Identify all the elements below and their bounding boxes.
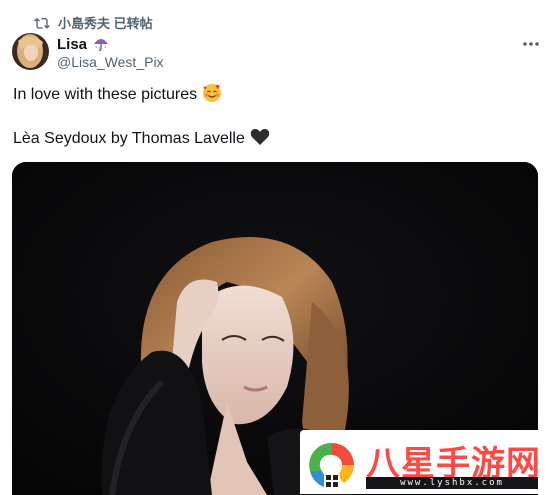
retweet-icon [34,17,50,29]
tweet-text-1: In love with these pictures [13,86,198,103]
site-logo-icon [309,442,354,489]
umbrella-icon [94,39,109,51]
smiling-face-with-hearts-emoji [202,83,222,108]
social-context[interactable]: 小島秀夫 已转帖 [34,12,153,32]
watermark: 八星手游网 www.lyshbx.com [300,430,548,494]
avatar[interactable] [12,33,49,70]
author-name-row[interactable]: Lisa [57,35,109,53]
author-handle[interactable]: @Lisa_West_Pix [57,54,164,70]
tweet-text-2: Lèa Seydoux by Thomas Lavelle [13,130,245,147]
black-heart-emoji [250,128,270,151]
tweet-text-line-1: In love with these pictures [13,83,222,108]
tweet-text-line-2: Lèa Seydoux by Thomas Lavelle [13,128,270,150]
more-horizontal-icon [523,42,539,46]
watermark-url: www.lyshbx.com [366,477,538,489]
social-context-label: 小島秀夫 已转帖 [58,15,153,31]
more-options-button[interactable] [518,34,544,54]
author-display-name[interactable]: Lisa [57,36,87,53]
